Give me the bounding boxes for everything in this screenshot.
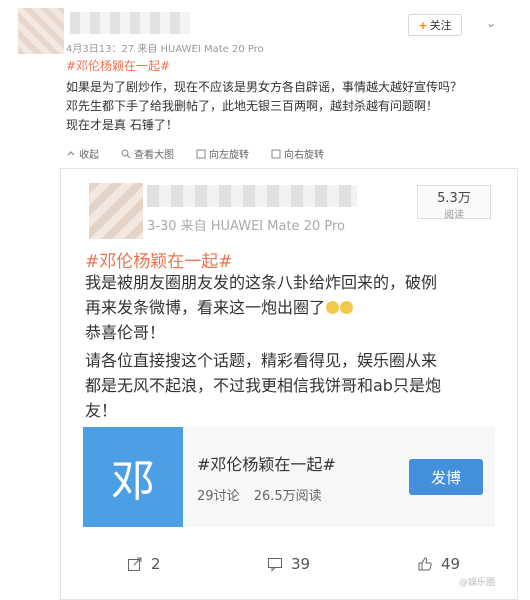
post-text-line: 邓先生都下手了给我删帖了，此地无银三百两啊，越封杀越有问题啊！ [66,99,439,113]
comment-icon [268,558,282,572]
topic-card[interactable]: 邓 #邓伦杨颖在一起# 29讨论 26.5万阅读 发博 [83,427,495,527]
rotate-left-button[interactable]: 向左旋转 [196,146,249,161]
username-blurred[interactable] [147,185,357,207]
reposted-weibo-card: 3-30 来自 HUAWEI Mate 20 Pro 5.3万 阅读 #邓伦杨颖… [60,168,518,600]
share-icon [128,557,142,571]
thumbs-up-icon [418,557,432,571]
topic-discussions: 29讨论 [197,489,240,504]
topic-title: #邓伦杨颖在一起# [197,455,336,474]
views-label: 阅读 [444,210,464,221]
view-large-button[interactable]: 查看大图 [121,146,174,161]
topic-icon: 邓 [83,427,183,527]
like-count: 49 [441,555,461,573]
like-button[interactable]: 49 [417,555,460,573]
topic-reads: 26.5万阅读 [253,489,322,504]
follow-label: 关注 [429,19,452,32]
repost-text-line: 请各位直接搜这个话题，精彩看得见，娱乐圈从来 [85,351,438,370]
chevron-down-icon[interactable]: ⌄ [486,16,496,30]
rotate-right-label: 向右旋转 [284,150,324,161]
avatar[interactable] [18,8,64,54]
search-icon [121,149,131,158]
share-count: 2 [151,555,161,573]
post-text-line: 现在才是真 石锤了！ [66,118,178,132]
repost-text-line: 都是无风不起浪，不过我更相信我饼哥和ab只是炮 [85,376,441,395]
post-hashtag[interactable]: #邓伦杨颖在一起# [66,57,170,74]
collapse-button[interactable]: 收起 [66,146,99,161]
image-toolbar: 收起 查看大图 向左旋转 向右旋转 [66,146,324,161]
repost-text-line: 再来发条微博，看来这一炮出圈了 [85,294,354,318]
rotate-left-label: 向左旋转 [209,150,249,161]
comment-button[interactable]: 39 [267,555,310,573]
collapse-label: 收起 [79,150,99,161]
repost-text: 再来发条微博，看来这一炮出圈了 [85,298,326,317]
repost-text-line: 友！ [85,401,118,420]
rotate-right-button[interactable]: 向右旋转 [271,146,324,161]
repost-text-line: 我是被朋友圈朋友发的这条八卦给炸回来的，破例 [85,273,438,292]
emoji-icon [340,301,354,314]
watermark: @娱乐圈 [459,578,496,588]
plus-icon: + [418,18,428,32]
post-text-line: 如果是为了剧炒作，现在不应该是男女方各自辟谣，事情越大越好宣传吗？ [66,80,463,94]
post-meta: 4月3日13：27 来自 HUAWEI Mate 20 Pro [66,44,264,55]
username-blurred[interactable] [70,12,190,34]
repost-meta: 3-30 来自 HUAWEI Mate 20 Pro [147,219,345,234]
views-count: 5.3万 [437,191,471,206]
avatar[interactable] [89,183,143,239]
view-large-label: 查看大图 [134,150,174,161]
repost-action-bar: 2 39 49 [61,555,517,581]
emoji-icon [326,301,340,314]
repost-text-line: 恭喜伦哥！ [85,323,166,342]
share-button[interactable]: 2 [127,555,161,573]
views-badge: 5.3万 阅读 [417,185,491,221]
comment-count: 39 [291,555,311,573]
post-weibo-button[interactable]: 发博 [409,459,483,495]
topic-stats: 29讨论 26.5万阅读 [197,485,332,504]
follow-button[interactable]: + 关注 [408,14,462,36]
rotate-right-icon [271,149,281,158]
collapse-icon [67,150,75,155]
rotate-left-icon [196,149,206,158]
